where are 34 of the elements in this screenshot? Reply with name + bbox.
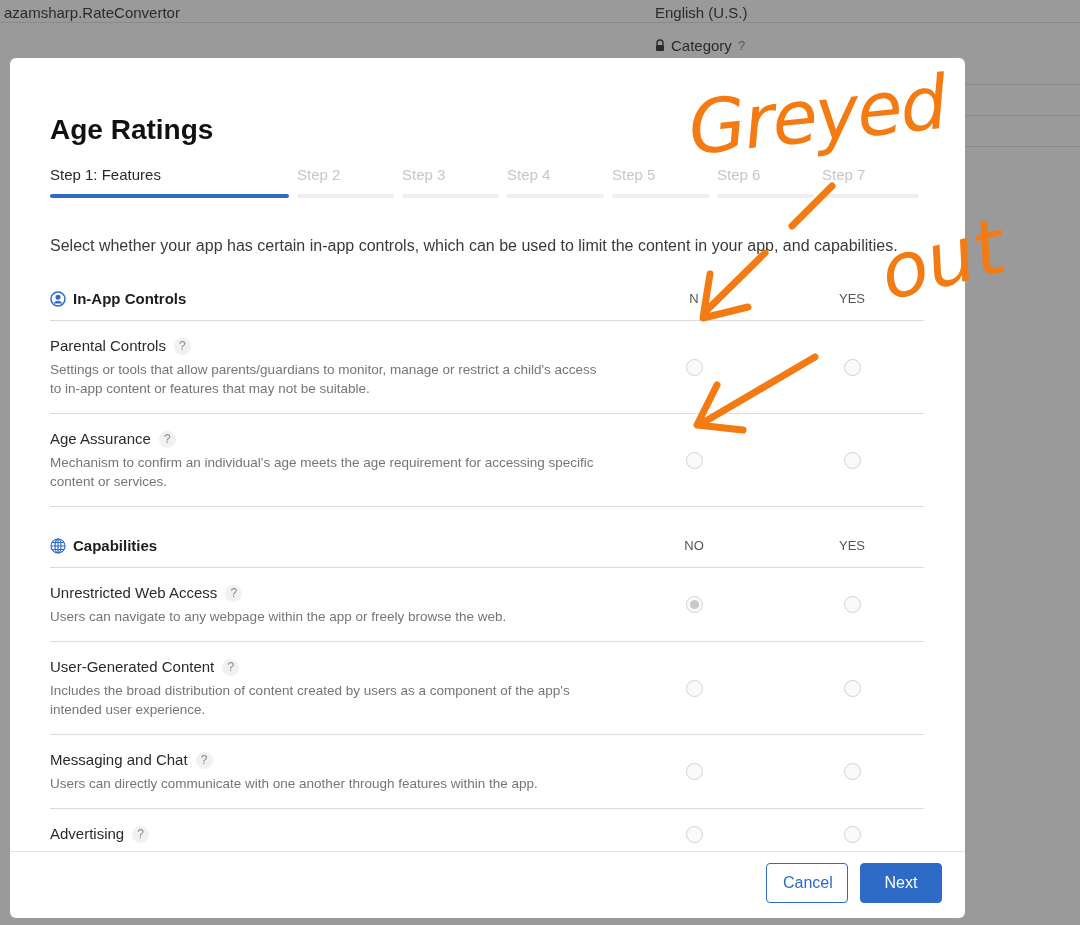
cancel-button[interactable]: Cancel: [766, 863, 848, 903]
step-tab[interactable]: Step 4: [507, 166, 604, 198]
globe-icon: [50, 537, 66, 554]
step-tab[interactable]: Step 3: [402, 166, 499, 198]
step-tab[interactable]: Step 6: [717, 166, 814, 198]
column-header: N: [689, 291, 699, 306]
step-tab[interactable]: Step 5: [612, 166, 709, 198]
next-button[interactable]: Next: [860, 863, 942, 903]
bundle-id-text: azamsharp.RateConvertor: [3, 4, 181, 22]
feature-description: Users can directly communicate with one another through features within the app.: [50, 775, 539, 793]
feature-title: User-Generated Content: [50, 657, 215, 677]
feature-title: Messaging and Chat: [50, 750, 188, 770]
lock-icon: [655, 39, 665, 52]
section-title: In-App Controls: [73, 290, 187, 307]
feature-description: Mechanism to confirm an individual's age meets the age requirement for accessing specific content or services.: [50, 454, 595, 491]
step-tab[interactable]: Step 1: Features: [50, 166, 289, 198]
language-text: English (U.S.): [655, 4, 748, 22]
feature-title: Age Assurance: [50, 429, 151, 449]
handwritten-note: Greyed: [684, 64, 949, 166]
column-header: NO: [684, 538, 704, 553]
feature-description: Users can navigate to any webpage within the app or freely browse the web.: [50, 608, 508, 626]
section-title: Capabilities: [73, 537, 158, 554]
feature-title: Unrestricted Web Access: [50, 583, 218, 603]
column-header: YES: [839, 538, 865, 553]
feature-description: Settings or tools that allow parents/guardians to monitor, manage or restrict a child's access to in-app content or features that may not be suitable.: [50, 361, 598, 398]
column-header: YES: [839, 291, 865, 306]
category-label: Category: [671, 37, 732, 54]
feature-title: Advertising: [50, 824, 125, 844]
feature-description: Includes the broad distribution of content created by users as a component of the app's intended user experience.: [50, 682, 571, 719]
step-tab[interactable]: Step 2: [297, 166, 394, 198]
help-icon[interactable]: ?: [737, 38, 746, 53]
step-tab[interactable]: Step 7: [822, 166, 919, 198]
feature-title: Parental Controls: [50, 336, 166, 356]
person-icon: [50, 290, 66, 307]
